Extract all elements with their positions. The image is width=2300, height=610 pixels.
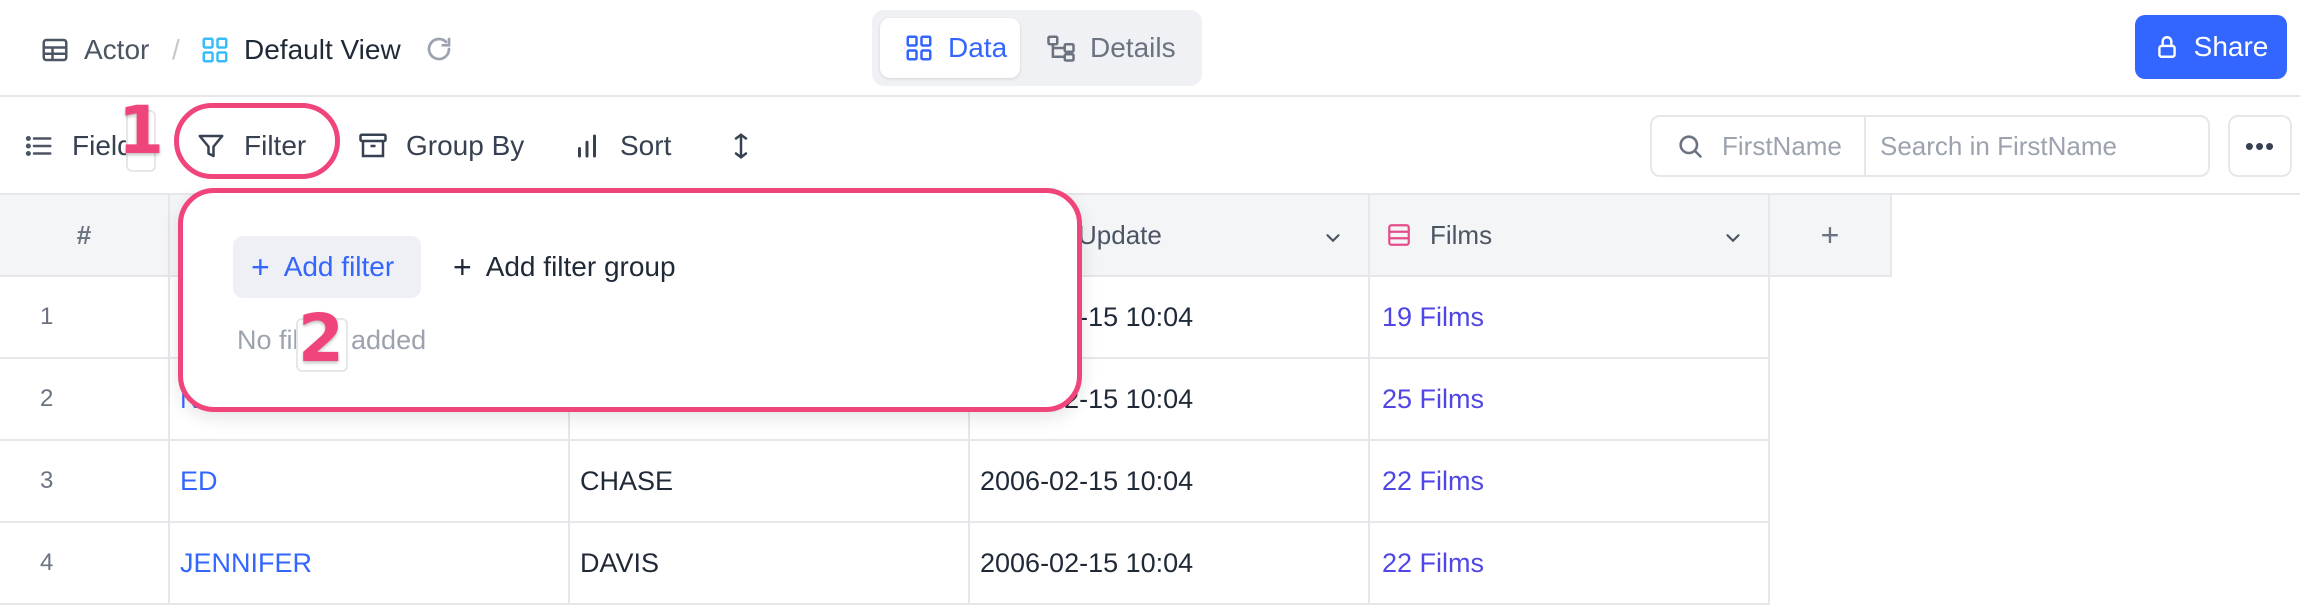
last-update-cell[interactable]: 2006-02-15 10:04 <box>970 523 1370 603</box>
hierarchy-icon <box>1046 33 1076 63</box>
first-name-cell[interactable]: JENNIFER <box>170 523 570 603</box>
table-icon <box>40 35 70 65</box>
row-height-button[interactable] <box>726 121 774 171</box>
films-header-label: Films <box>1430 219 1493 250</box>
search-box: FirstName <box>1650 115 2210 177</box>
films-cell[interactable]: 22 Films <box>1370 523 1770 603</box>
tab-data-label: Data <box>948 32 1008 63</box>
search-input[interactable] <box>1866 117 2208 175</box>
step-2-badge: 2 <box>298 300 344 377</box>
group-by-label: Group By <box>406 130 525 161</box>
search-icon <box>1676 132 1704 160</box>
list-icon <box>24 131 54 161</box>
filter-highlight-ring <box>174 103 340 179</box>
row-number: 2 <box>0 359 170 439</box>
films-cell[interactable]: 25 Films <box>1370 359 1770 439</box>
last-name-cell[interactable]: DAVIS <box>570 523 970 603</box>
share-button[interactable]: Share <box>2135 15 2287 79</box>
breadcrumb-view-label: Default View <box>244 34 401 65</box>
last-update-cell[interactable]: 2006-02-15 10:04 <box>970 441 1370 521</box>
breadcrumb-view[interactable]: Default View <box>200 30 401 70</box>
breadcrumb-table[interactable]: Actor <box>40 30 149 70</box>
last-update-header-label: Update <box>1078 219 1162 250</box>
add-filter-group-label: Add filter group <box>485 251 676 282</box>
column-header-films[interactable]: Films <box>1370 195 1770 277</box>
add-filter-label: Add filter <box>283 251 395 282</box>
links-icon <box>1386 222 1412 248</box>
tab-data[interactable]: Data <box>880 18 1020 78</box>
first-name-cell[interactable]: ED <box>170 441 570 521</box>
grid-icon <box>904 33 934 63</box>
search-field-selector[interactable]: FirstName <box>1652 117 1866 175</box>
chevron-down-icon[interactable] <box>1322 225 1344 247</box>
sort-label: Sort <box>620 130 672 161</box>
add-filter-group-button[interactable]: + Add filter group <box>453 236 676 298</box>
tab-details[interactable]: Details <box>1032 18 1192 78</box>
films-cell[interactable]: 19 Films <box>1370 277 1770 357</box>
chevron-down-icon[interactable] <box>1722 225 1744 247</box>
more-options-button[interactable]: ••• <box>2228 115 2292 177</box>
add-filter-button[interactable]: + Add filter <box>233 236 421 298</box>
grid-view-icon <box>200 35 230 65</box>
reload-icon[interactable] <box>424 34 454 64</box>
search-field-label: FirstName <box>1722 130 1842 161</box>
breadcrumb-table-label: Actor <box>84 34 150 65</box>
row-number-header: # <box>0 195 170 277</box>
bar-chart-icon <box>572 131 602 161</box>
group-by-button[interactable]: Group By <box>358 121 524 171</box>
plus-icon: + <box>251 248 270 285</box>
lock-icon <box>2154 34 2180 60</box>
tab-details-label: Details <box>1090 32 1176 63</box>
row-number: 3 <box>0 441 170 521</box>
table-row[interactable]: 4 JENNIFER DAVIS 2006-02-15 10:04 22 Fil… <box>0 523 1770 605</box>
last-name-cell[interactable]: CHASE <box>570 441 970 521</box>
row-number: 1 <box>0 277 170 357</box>
add-column-button[interactable]: + <box>1770 195 1892 277</box>
row-number: 4 <box>0 523 170 603</box>
sort-button[interactable]: Sort <box>572 121 671 171</box>
table-row[interactable]: 3 ED CHASE 2006-02-15 10:04 22 Films <box>0 441 1770 523</box>
vertical-arrows-icon <box>726 131 756 161</box>
share-label: Share <box>2193 31 2269 62</box>
breadcrumb-separator: / <box>172 34 180 65</box>
archive-icon <box>358 131 388 161</box>
top-bar: Actor / Default View Data Details Share <box>0 0 2300 97</box>
step-1-badge: 1 <box>118 92 164 169</box>
view-toggle: Data Details <box>872 10 1202 86</box>
films-cell[interactable]: 22 Films <box>1370 441 1770 521</box>
plus-icon: + <box>453 248 472 285</box>
